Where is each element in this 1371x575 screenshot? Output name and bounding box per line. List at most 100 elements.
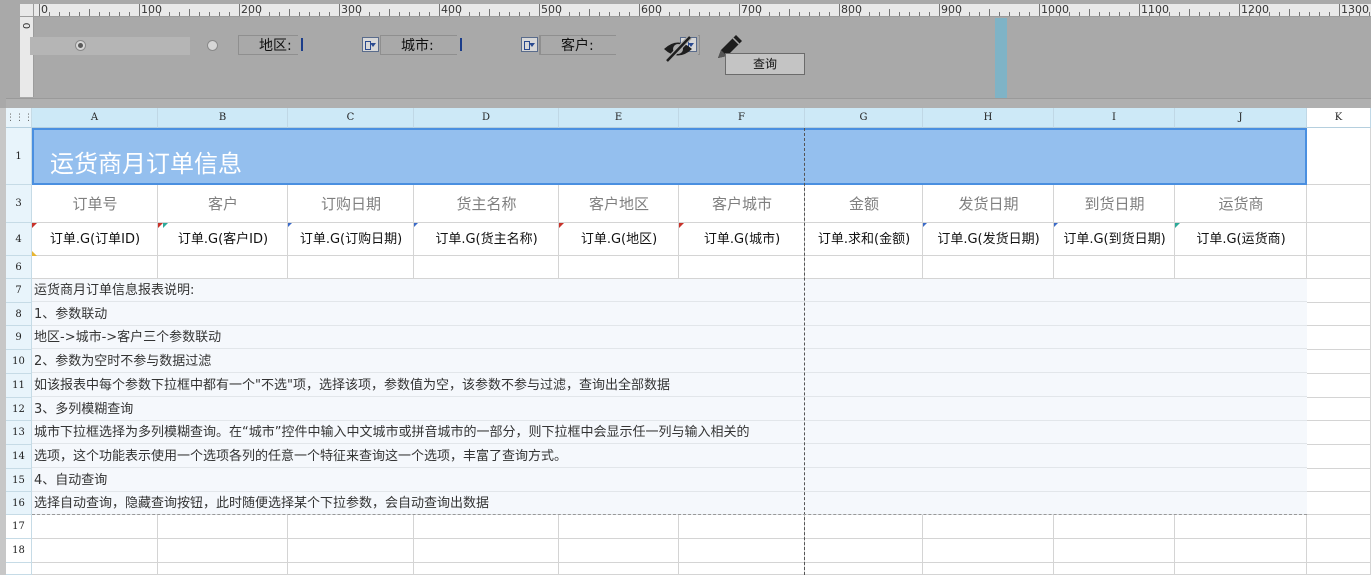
header-cell[interactable]: 运货商 xyxy=(1175,185,1307,223)
field-cell[interactable]: 订单.G(到货日期) xyxy=(1054,223,1175,256)
grid-cell[interactable] xyxy=(288,563,414,575)
field-cell[interactable]: 订单.G(货主名称) xyxy=(414,223,559,256)
grid-cell[interactable] xyxy=(1307,445,1371,469)
grid-cell[interactable] xyxy=(923,515,1054,539)
panel-boundary-bar[interactable] xyxy=(995,18,1007,98)
header-cell[interactable]: 订单号 xyxy=(32,185,158,223)
row-header[interactable]: 1 xyxy=(6,128,32,185)
grid-cell[interactable] xyxy=(1307,223,1371,256)
header-cell[interactable]: 发货日期 xyxy=(923,185,1054,223)
grid-cell[interactable] xyxy=(559,515,679,539)
grid-cell[interactable] xyxy=(414,256,559,279)
grid-cell[interactable] xyxy=(1307,563,1371,575)
column-header-g[interactable]: G xyxy=(805,108,923,128)
row-header[interactable]: 3 xyxy=(6,185,32,223)
grid-cell[interactable] xyxy=(158,256,288,279)
select-all-corner[interactable]: ⋮⋮⋮ xyxy=(6,108,33,128)
grid-cell[interactable] xyxy=(1307,539,1371,563)
field-cell[interactable]: 订单.G(运货商) xyxy=(1175,223,1307,256)
row-header[interactable]: 12 xyxy=(6,398,32,421)
row-header[interactable]: 18 xyxy=(6,539,32,563)
city-dropdown-icon[interactable] xyxy=(521,37,538,52)
row-header[interactable]: 9 xyxy=(6,326,32,350)
grid-cell[interactable] xyxy=(559,563,679,575)
grid-cell[interactable] xyxy=(288,539,414,563)
grid-cell[interactable] xyxy=(1054,256,1175,279)
grid-cell[interactable] xyxy=(1175,563,1307,575)
grid-cell[interactable] xyxy=(1307,398,1371,421)
grid-cell[interactable] xyxy=(805,515,923,539)
row-header[interactable]: 13 xyxy=(6,421,32,445)
grid-cell[interactable] xyxy=(923,256,1054,279)
header-cell[interactable]: 金额 xyxy=(805,185,923,223)
row-header[interactable] xyxy=(6,563,32,575)
panel-bottom-border[interactable] xyxy=(6,98,1371,108)
field-cell[interactable]: 订单.G(发货日期) xyxy=(923,223,1054,256)
field-cell[interactable]: 订单.G(地区) xyxy=(559,223,679,256)
grid-cell[interactable] xyxy=(1307,492,1371,515)
row-header[interactable]: 17 xyxy=(6,515,32,539)
grid-cell[interactable] xyxy=(679,539,805,563)
radio-option-2[interactable] xyxy=(207,40,218,51)
grid-cell[interactable] xyxy=(1307,350,1371,374)
grid-cell[interactable] xyxy=(32,563,158,575)
column-header-f[interactable]: F xyxy=(679,108,805,128)
grid-cell[interactable] xyxy=(805,539,923,563)
city-combo[interactable] xyxy=(457,35,539,55)
grid-cell[interactable] xyxy=(1054,563,1175,575)
grid-cell[interactable] xyxy=(1054,539,1175,563)
field-cell[interactable]: 订单.G(客户ID) xyxy=(158,223,288,256)
grid-cell[interactable] xyxy=(923,539,1054,563)
column-header-a[interactable]: A xyxy=(32,108,158,128)
row-header[interactable]: 4 xyxy=(6,223,32,256)
region-combo[interactable] xyxy=(298,35,380,55)
grid-cell[interactable] xyxy=(158,539,288,563)
grid-cell[interactable] xyxy=(1307,185,1371,223)
grid-cell[interactable] xyxy=(32,515,158,539)
header-cell[interactable]: 客户地区 xyxy=(559,185,679,223)
grid-cell[interactable] xyxy=(1307,421,1371,445)
grid-cell[interactable] xyxy=(805,563,923,575)
field-cell[interactable]: 订单.G(订单ID) xyxy=(32,223,158,256)
row-header[interactable]: 6 xyxy=(6,256,32,279)
grid-cell[interactable] xyxy=(414,563,559,575)
grid-cell[interactable] xyxy=(414,515,559,539)
column-header-c[interactable]: C xyxy=(288,108,414,128)
grid-cell[interactable] xyxy=(1307,128,1371,185)
header-cell[interactable]: 客户 xyxy=(158,185,288,223)
column-header-k[interactable]: K xyxy=(1307,108,1371,128)
column-header-e[interactable]: E xyxy=(559,108,679,128)
row-header[interactable]: 8 xyxy=(6,303,32,326)
field-cell[interactable]: 订单.G(订购日期) xyxy=(288,223,414,256)
header-cell[interactable]: 订购日期 xyxy=(288,185,414,223)
grid-cell[interactable] xyxy=(158,563,288,575)
grid-cell[interactable] xyxy=(1307,374,1371,398)
grid-cell[interactable] xyxy=(559,539,679,563)
grid-cell[interactable] xyxy=(288,256,414,279)
grid-cell[interactable] xyxy=(1054,515,1175,539)
row-header[interactable]: 11 xyxy=(6,374,32,398)
row-header[interactable]: 10 xyxy=(6,350,32,374)
grid-cell[interactable] xyxy=(679,256,805,279)
radio-option-1[interactable] xyxy=(75,40,86,51)
grid-cell[interactable] xyxy=(1307,515,1371,539)
region-dropdown-icon[interactable] xyxy=(362,37,379,52)
column-header-i[interactable]: I xyxy=(1054,108,1175,128)
grid-cell[interactable] xyxy=(1307,326,1371,350)
grid-cell[interactable] xyxy=(158,515,288,539)
grid-cell[interactable] xyxy=(805,256,923,279)
title-cell[interactable]: 运货商月订单信息 xyxy=(32,128,1307,185)
radio-group[interactable] xyxy=(30,37,218,55)
column-header-d[interactable]: D xyxy=(414,108,559,128)
grid-cell[interactable] xyxy=(288,515,414,539)
header-cell[interactable]: 到货日期 xyxy=(1054,185,1175,223)
grid-cell[interactable] xyxy=(1175,539,1307,563)
eye-off-icon[interactable] xyxy=(661,34,695,64)
grid-cell[interactable] xyxy=(679,563,805,575)
field-cell[interactable]: 订单.求和(金额) xyxy=(805,223,923,256)
column-header-b[interactable]: B xyxy=(158,108,288,128)
grid-cell[interactable] xyxy=(1175,515,1307,539)
column-header-j[interactable]: J xyxy=(1175,108,1307,128)
grid-cell[interactable] xyxy=(1307,469,1371,492)
grid-cell[interactable] xyxy=(32,256,158,279)
